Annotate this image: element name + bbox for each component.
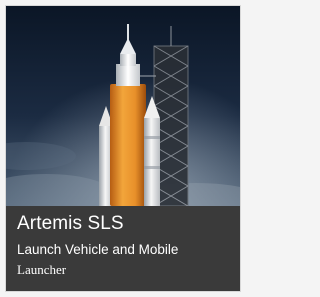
artemis-sls-card[interactable]: Artemis SLS Launch Vehicle and Mobile La… [6,6,240,291]
card-subtitle-line-1: Launch Vehicle and Mobile [17,242,179,257]
card-subtitle-line-2: Launcher [17,262,67,277]
sls-rocket-image [6,6,240,206]
card-caption: Artemis SLS Launch Vehicle and Mobile La… [6,206,240,291]
card-title: Artemis SLS [17,213,124,234]
